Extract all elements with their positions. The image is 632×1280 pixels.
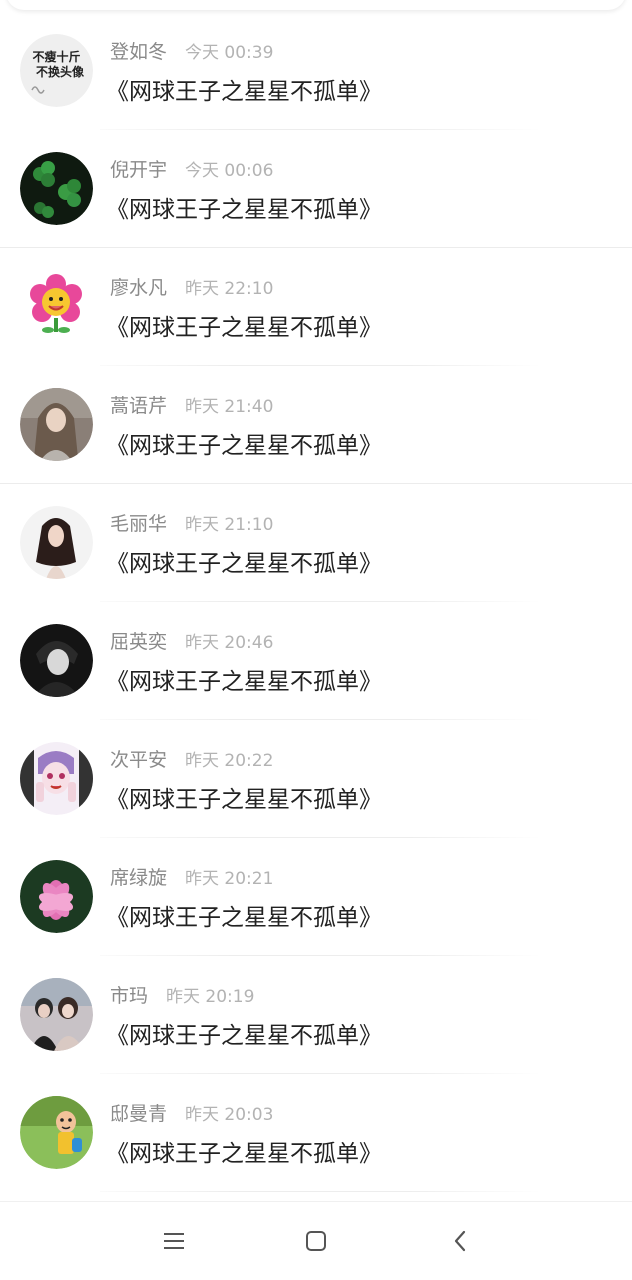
top-card-edge [6,0,626,10]
lotus-avatar-icon[interactable] [20,860,93,933]
message-time: 昨天 22:10 [185,278,274,299]
conversation-row[interactable]: 廖水凡 昨天 22:10 《网球王子之星星不孤单》 [0,248,632,366]
conversation-meta: 次平安 昨天 20:22 [110,744,273,772]
message-time: 昨天 20:03 [185,1104,274,1125]
message-time: 昨天 20:19 [166,986,255,1007]
message-preview: 《网球王子之星星不孤单》 [106,433,382,459]
contact-name: 次平安 [110,748,168,771]
message-preview: 《网球王子之星星不孤单》 [106,905,382,931]
contact-name: 毛丽华 [110,512,168,535]
home-square-icon[interactable] [299,1224,333,1258]
conversation-row[interactable]: 席绿旋 昨天 20:21 《网球王子之星星不孤单》 [0,838,632,956]
conversation-meta: 毛丽华 昨天 21:10 [110,508,273,536]
conversation-meta: 市玛 昨天 20:19 [110,980,254,1008]
avatar-text-line-1: 不瘦十斤 [32,49,80,64]
message-preview: 《网球王子之星星不孤单》 [106,787,382,813]
menu-icon[interactable] [157,1224,191,1258]
contact-name: 廖水凡 [110,276,168,299]
conversation-row[interactable]: 倪开宇 今天 00:06 《网球王子之星星不孤单》 [0,130,632,248]
message-preview: 《网球王子之星星不孤单》 [106,669,382,695]
girl-photo-avatar-icon[interactable] [20,388,93,461]
contact-name: 屈英奕 [110,630,168,653]
conversation-meta: 屈英奕 昨天 20:46 [110,626,273,654]
message-time: 昨天 20:22 [185,750,274,771]
conversation-meta: 邸曼青 昨天 20:03 [110,1098,273,1126]
conversation-meta: 倪开宇 今天 00:06 [110,154,273,182]
message-preview: 《网球王子之星星不孤单》 [106,197,382,223]
message-time: 昨天 20:21 [185,868,274,889]
conversation-row[interactable]: 不瘦十斤 不换头像 登如冬 今天 00:39 《网球王子之星星不孤单》 [0,12,632,130]
cartoon-man-avatar-icon[interactable] [20,1096,93,1169]
row-divider [100,1191,542,1192]
message-time: 昨天 20:46 [185,632,274,653]
conversation-row[interactable]: 蒿语芹 昨天 21:40 《网球王子之星星不孤单》 [0,366,632,484]
message-preview: 《网球王子之星星不孤单》 [106,551,382,577]
conversation-row[interactable]: 屈英奕 昨天 20:46 《网球王子之星星不孤单》 [0,602,632,720]
conversation-meta: 登如冬 今天 00:39 [110,36,273,64]
contact-name: 席绿旋 [110,866,168,889]
conversation-row[interactable]: 邸曼青 昨天 20:03 《网球王子之星星不孤单》 [0,1074,632,1192]
chat-list-screen: 不瘦十斤 不换头像 登如冬 今天 00:39 《网球王子之星星不孤单》 倪开宇 … [0,0,632,1280]
conversation-row[interactable]: 次平安 昨天 20:22 《网球王子之星星不孤单》 [0,720,632,838]
contact-name: 市玛 [110,984,149,1007]
message-time: 今天 00:06 [185,160,274,181]
avatar-text-line-2: 不换头像 [36,64,85,79]
message-time: 今天 00:39 [185,42,274,63]
message-preview: 《网球王子之星星不孤单》 [106,1023,382,1049]
dark-anime-avatar-icon[interactable] [20,624,93,697]
couple-photo-avatar-icon[interactable] [20,978,93,1051]
conversation-meta: 廖水凡 昨天 22:10 [110,272,273,300]
contact-name: 蒿语芹 [110,394,168,417]
flower-cartoon-avatar-icon[interactable] [20,270,93,343]
message-preview: 《网球王子之星星不孤单》 [106,79,382,105]
anime-hands-avatar-icon[interactable] [20,742,93,815]
back-chevron-icon[interactable] [443,1224,477,1258]
conversation-list[interactable]: 不瘦十斤 不换头像 登如冬 今天 00:39 《网球王子之星星不孤单》 倪开宇 … [0,12,632,1192]
conversation-row[interactable]: 毛丽华 昨天 21:10 《网球王子之星星不孤单》 [0,484,632,602]
woman-photo-avatar-icon[interactable] [20,506,93,579]
contact-name: 倪开宇 [110,158,168,181]
clover-avatar-icon[interactable] [20,152,93,225]
message-time: 昨天 21:10 [185,514,274,535]
system-navigation-bar [0,1201,632,1280]
conversation-row[interactable]: 市玛 昨天 20:19 《网球王子之星星不孤单》 [0,956,632,1074]
contact-name: 登如冬 [110,40,168,63]
conversation-meta: 蒿语芹 昨天 21:40 [110,390,273,418]
text-image-avatar-icon[interactable]: 不瘦十斤 不换头像 [20,34,93,107]
message-preview: 《网球王子之星星不孤单》 [106,1141,382,1167]
conversation-meta: 席绿旋 昨天 20:21 [110,862,273,890]
message-time: 昨天 21:40 [185,396,274,417]
message-preview: 《网球王子之星星不孤单》 [106,315,382,341]
contact-name: 邸曼青 [110,1102,168,1125]
